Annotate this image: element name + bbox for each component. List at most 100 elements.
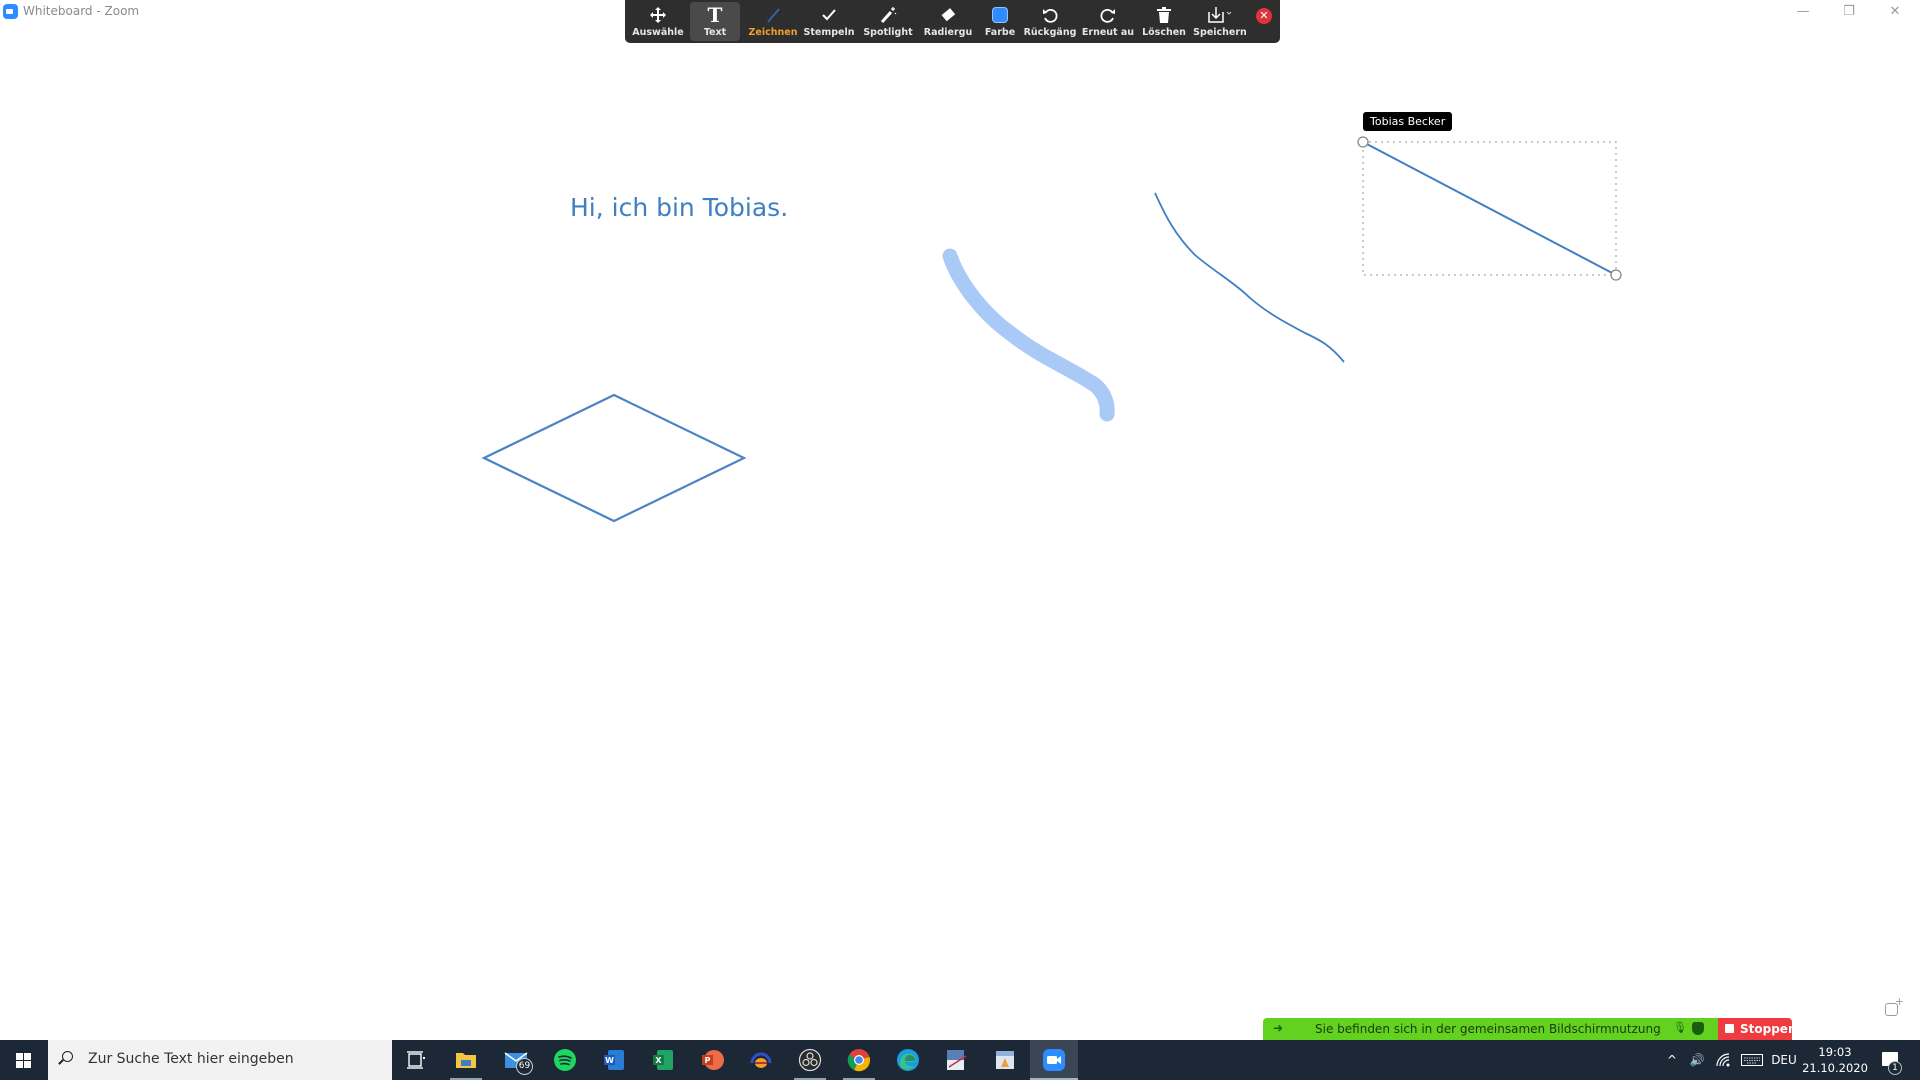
eraser-icon (925, 5, 971, 25)
svg-text:P: P (705, 1056, 711, 1065)
shield-icon (1692, 1022, 1704, 1035)
taskbar-zoom[interactable] (1030, 1040, 1078, 1080)
windows-taskbar: Zur Suche Text hier eingeben 69 W X P ^ … (0, 1040, 1920, 1080)
tray-chevron[interactable]: ^ (1660, 1040, 1684, 1080)
taskbar-chrome[interactable] (835, 1040, 883, 1080)
language-indicator[interactable]: DEU (1770, 1040, 1798, 1080)
search-icon (62, 1051, 73, 1062)
screen-draw-icon (947, 1050, 967, 1070)
tool-undo-label: Rückgäng (1023, 27, 1077, 38)
tool-redo-label: Erneut au (1081, 27, 1135, 38)
taskbar-spotify[interactable] (541, 1040, 589, 1080)
restore-button[interactable]: ❐ (1829, 2, 1869, 22)
document-icon (996, 1051, 1014, 1069)
pen-stroke[interactable] (1154, 192, 1345, 363)
tool-text-label: Text (703, 27, 727, 38)
obs-icon (798, 1048, 822, 1072)
author-tag: Tobias Becker (1363, 112, 1453, 131)
zoom-icon (1043, 1049, 1065, 1071)
word-icon: W (604, 1050, 624, 1070)
diamond-shape[interactable] (481, 393, 747, 523)
tool-save-label: Speichern (1193, 27, 1247, 38)
volume-icon[interactable]: 🔊 (1684, 1040, 1710, 1080)
window-title: Whiteboard - Zoom (23, 4, 140, 18)
folder-icon (456, 1053, 476, 1068)
taskbar-powerpoint[interactable]: P (688, 1040, 736, 1080)
move-arrows-icon (637, 5, 679, 25)
drawing-layer (481, 136, 1622, 523)
clock-time: 19:03 (1818, 1045, 1852, 1059)
tool-stamp[interactable]: Stempeln (804, 0, 855, 43)
tool-delete-label: Löschen (1142, 27, 1186, 38)
tool-eraser-label: Radiergu (923, 27, 973, 38)
selection-handle-end[interactable] (1610, 269, 1622, 281)
minimize-button[interactable]: — (1783, 2, 1823, 22)
keyboard-icon[interactable] (1738, 1040, 1766, 1080)
taskbar-mail[interactable]: 69 (492, 1040, 540, 1080)
screen-sharing-bar[interactable]: ➜ Sie befinden sich in der gemeinsamen B… (1263, 1018, 1718, 1040)
network-icon[interactable] (1710, 1040, 1736, 1080)
taskbar-search-input[interactable]: Zur Suche Text hier eingeben (48, 1040, 392, 1080)
download-icon (1195, 5, 1245, 25)
tool-save[interactable]: Speichern (1193, 0, 1247, 43)
tool-text[interactable]: T Text (690, 2, 740, 41)
zoom-app-icon (3, 4, 18, 19)
start-button[interactable] (0, 1040, 48, 1080)
stop-label: Stoppen (1740, 1022, 1797, 1036)
stop-sharing-button[interactable]: Stoppen (1718, 1018, 1796, 1040)
tool-spotlight[interactable]: Spotlight (863, 0, 913, 43)
notification-badge: 1 (1888, 1061, 1902, 1075)
mic-muted-icon[interactable]: 🎙 (1673, 1021, 1687, 1034)
color-swatch-icon (981, 5, 1019, 25)
highlighter-stroke[interactable] (942, 248, 1115, 422)
text-annotation[interactable]: Hi, ich bin Tobias. (570, 193, 788, 222)
annotation-toolbar: Auswähle T Text Zeichnen Stempeln Spotli… (625, 0, 1280, 43)
close-window-button[interactable]: ✕ (1875, 2, 1915, 22)
taskbar-excel[interactable]: X (639, 1040, 687, 1080)
sharing-message: Sie befinden sich in der gemeinsamen Bil… (1315, 1022, 1661, 1036)
search-placeholder: Zur Suche Text hier eingeben (88, 1051, 294, 1067)
close-toolbar-button[interactable]: ✕ (1256, 8, 1272, 24)
pen-line-icon (750, 5, 796, 25)
excel-icon: X (653, 1050, 673, 1070)
text-t-icon: T (707, 3, 723, 27)
task-view-icon (407, 1051, 425, 1069)
stop-icon (1725, 1024, 1734, 1033)
tool-select-label: Auswähle (632, 27, 684, 38)
taskbar-obs[interactable] (786, 1040, 834, 1080)
selection-handle-start[interactable] (1357, 136, 1369, 148)
taskbar-word[interactable]: W (590, 1040, 638, 1080)
tool-draw[interactable]: Zeichnen (749, 0, 797, 43)
taskbar-task-view[interactable] (392, 1040, 440, 1080)
redo-icon (1085, 5, 1131, 25)
svg-text:X: X (655, 1056, 662, 1065)
tool-undo[interactable]: Rückgäng (1024, 0, 1076, 43)
tool-select[interactable]: Auswähle (632, 0, 684, 43)
headphones-app-icon (750, 1052, 772, 1068)
checkmark-icon (805, 5, 853, 25)
spotify-icon (554, 1049, 576, 1071)
clock-date: 21.10.2020 (1802, 1061, 1868, 1075)
edge-icon (897, 1049, 919, 1071)
taskbar-document-app[interactable] (981, 1040, 1029, 1080)
tool-delete[interactable]: Löschen (1141, 0, 1187, 43)
whiteboard-canvas[interactable]: Hi, ich bin Tobias. Tobias Becker (0, 0, 1920, 1040)
tool-eraser[interactable]: Radiergu (924, 0, 972, 43)
taskbar-file-explorer[interactable] (442, 1040, 490, 1080)
tool-redo[interactable]: Erneut au (1082, 0, 1134, 43)
tool-stamp-label: Stempeln (803, 27, 855, 38)
chrome-icon (847, 1049, 870, 1072)
taskbar-edge[interactable] (884, 1040, 932, 1080)
tool-color[interactable]: Farbe (981, 0, 1019, 43)
tool-spotlight-label: Spotlight (863, 27, 913, 38)
taskbar-screen-app[interactable] (932, 1040, 980, 1080)
mail-badge: 69 (516, 1058, 533, 1075)
svg-text:W: W (605, 1056, 614, 1065)
selected-line[interactable] (1362, 141, 1617, 276)
tool-color-label: Farbe (984, 27, 1016, 38)
clock[interactable]: 19:03 21.10.2020 (1800, 1044, 1870, 1076)
trash-icon (1141, 5, 1187, 25)
taskbar-audio-app[interactable] (737, 1040, 785, 1080)
popout-icon[interactable] (1885, 995, 1904, 1016)
magic-wand-icon (863, 5, 913, 25)
